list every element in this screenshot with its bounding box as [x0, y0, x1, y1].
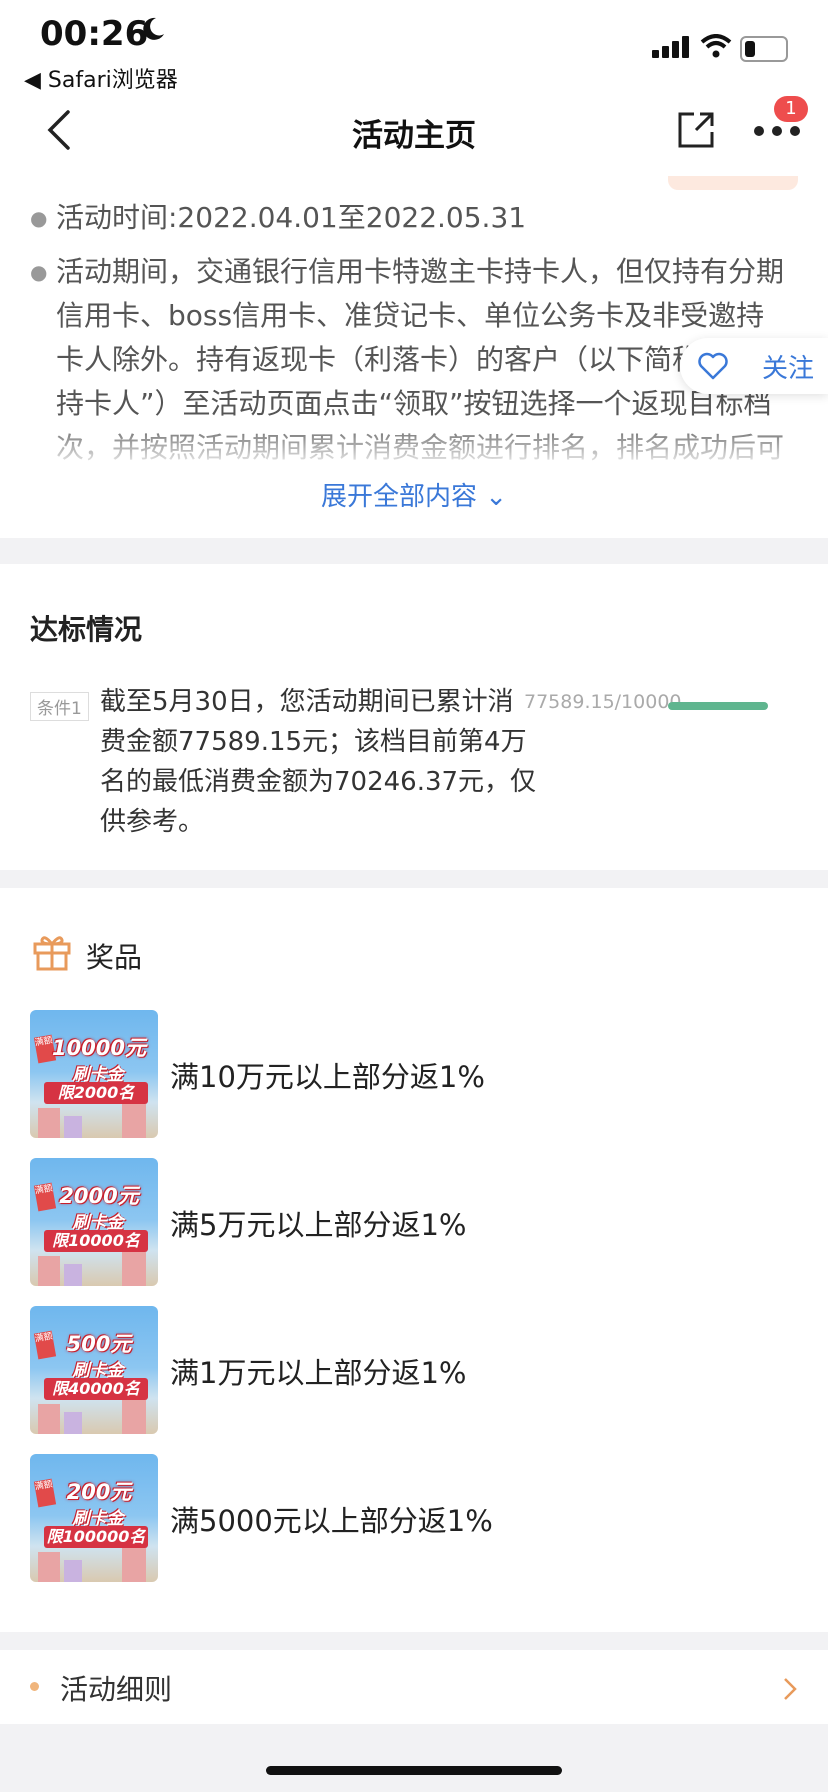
prize-item[interactable]: 满额 500元 刷卡金 限40000名 满1万元以上部分返1% [30, 1306, 800, 1434]
condition-tag: 条件1 [30, 692, 89, 721]
battery-icon [740, 36, 788, 62]
wifi-icon [700, 34, 732, 58]
prize-image: 满额 500元 刷卡金 限40000名 [30, 1306, 158, 1434]
prize-limit: 限100000名 [44, 1526, 148, 1548]
prizes-title: 奖品 [86, 941, 143, 974]
text-fade [0, 420, 828, 470]
follow-button[interactable]: 关注 [680, 338, 828, 394]
more-options-icon[interactable] [754, 126, 800, 138]
qualification-card: 达标情况 条件1 截至5月30日，您活动期间已累计消费金额77589.15元；该… [0, 564, 828, 870]
bullet: ● [30, 206, 48, 230]
bullet-dot [30, 1682, 39, 1691]
progress-bar-fill [668, 702, 768, 710]
prize-amount: 200元 [66, 1480, 132, 1504]
follow-label: 关注 [762, 354, 815, 384]
prize-label: 满1万元以上部分返1% [170, 1356, 467, 1390]
prize-label: 满5000元以上部分返1% [170, 1504, 493, 1538]
prize-label: 满10万元以上部分返1% [170, 1060, 485, 1094]
expand-content-link[interactable]: 展开全部内容 ⌄ [0, 476, 828, 513]
prize-item[interactable]: 满额 2000元 刷卡金 限10000名 满5万元以上部分返1% [30, 1158, 800, 1286]
bullet: ● [30, 260, 48, 284]
progress-value: 77589.15/10000 [524, 691, 682, 713]
activity-rules-row[interactable]: 活动细则 [0, 1650, 828, 1724]
tag-peek [668, 176, 798, 190]
prize-image: 满额 2000元 刷卡金 限10000名 [30, 1158, 158, 1286]
prizes-card: 奖品 满额 10000元 刷卡金 限2000名 满10万元以上部分返1% 满额 … [0, 888, 828, 1632]
progress-bar [668, 702, 768, 710]
chevron-right-icon [784, 1678, 797, 1700]
cellular-signal-icon [652, 36, 689, 58]
prize-image: 满额 10000元 刷卡金 限2000名 [30, 1010, 158, 1138]
activity-rules-label: 活动细则 [60, 1673, 173, 1706]
prize-image: 满额 200元 刷卡金 限100000名 [30, 1454, 158, 1582]
home-indicator[interactable] [266, 1766, 562, 1775]
status-time: 00:26 [40, 14, 149, 54]
condition-text: 截至5月30日，您活动期间已累计消费金额77589.15元；该档目前第4万名的最… [100, 687, 537, 837]
prize-limit: 限2000名 [44, 1082, 148, 1104]
prize-amount: 500元 [66, 1332, 132, 1356]
notification-badge: 1 [774, 96, 808, 122]
prize-amount: 2000元 [59, 1184, 139, 1208]
status-bar: 00:26 ◀ Safari浏览器 [0, 0, 828, 96]
prize-item[interactable]: 满额 200元 刷卡金 限100000名 满5000元以上部分返1% [30, 1454, 800, 1582]
nav-bar: 活动主页 1 [0, 96, 828, 176]
share-icon[interactable] [676, 110, 716, 150]
prize-label: 满5万元以上部分返1% [170, 1208, 467, 1242]
moon-icon [143, 17, 164, 40]
heart-icon [698, 352, 728, 380]
qualification-title: 达标情况 [30, 613, 143, 646]
gift-icon [33, 936, 71, 971]
prize-item[interactable]: 满额 10000元 刷卡金 限2000名 满10万元以上部分返1% [30, 1010, 800, 1138]
prize-amount: 10000元 [51, 1036, 147, 1060]
prize-limit: 限10000名 [44, 1230, 148, 1252]
activity-time-text: 活动时间:2022.04.01至2022.05.31 [56, 201, 527, 234]
prize-limit: 限40000名 [44, 1378, 148, 1400]
back-to-safari-link[interactable]: ◀ Safari浏览器 [24, 62, 178, 94]
